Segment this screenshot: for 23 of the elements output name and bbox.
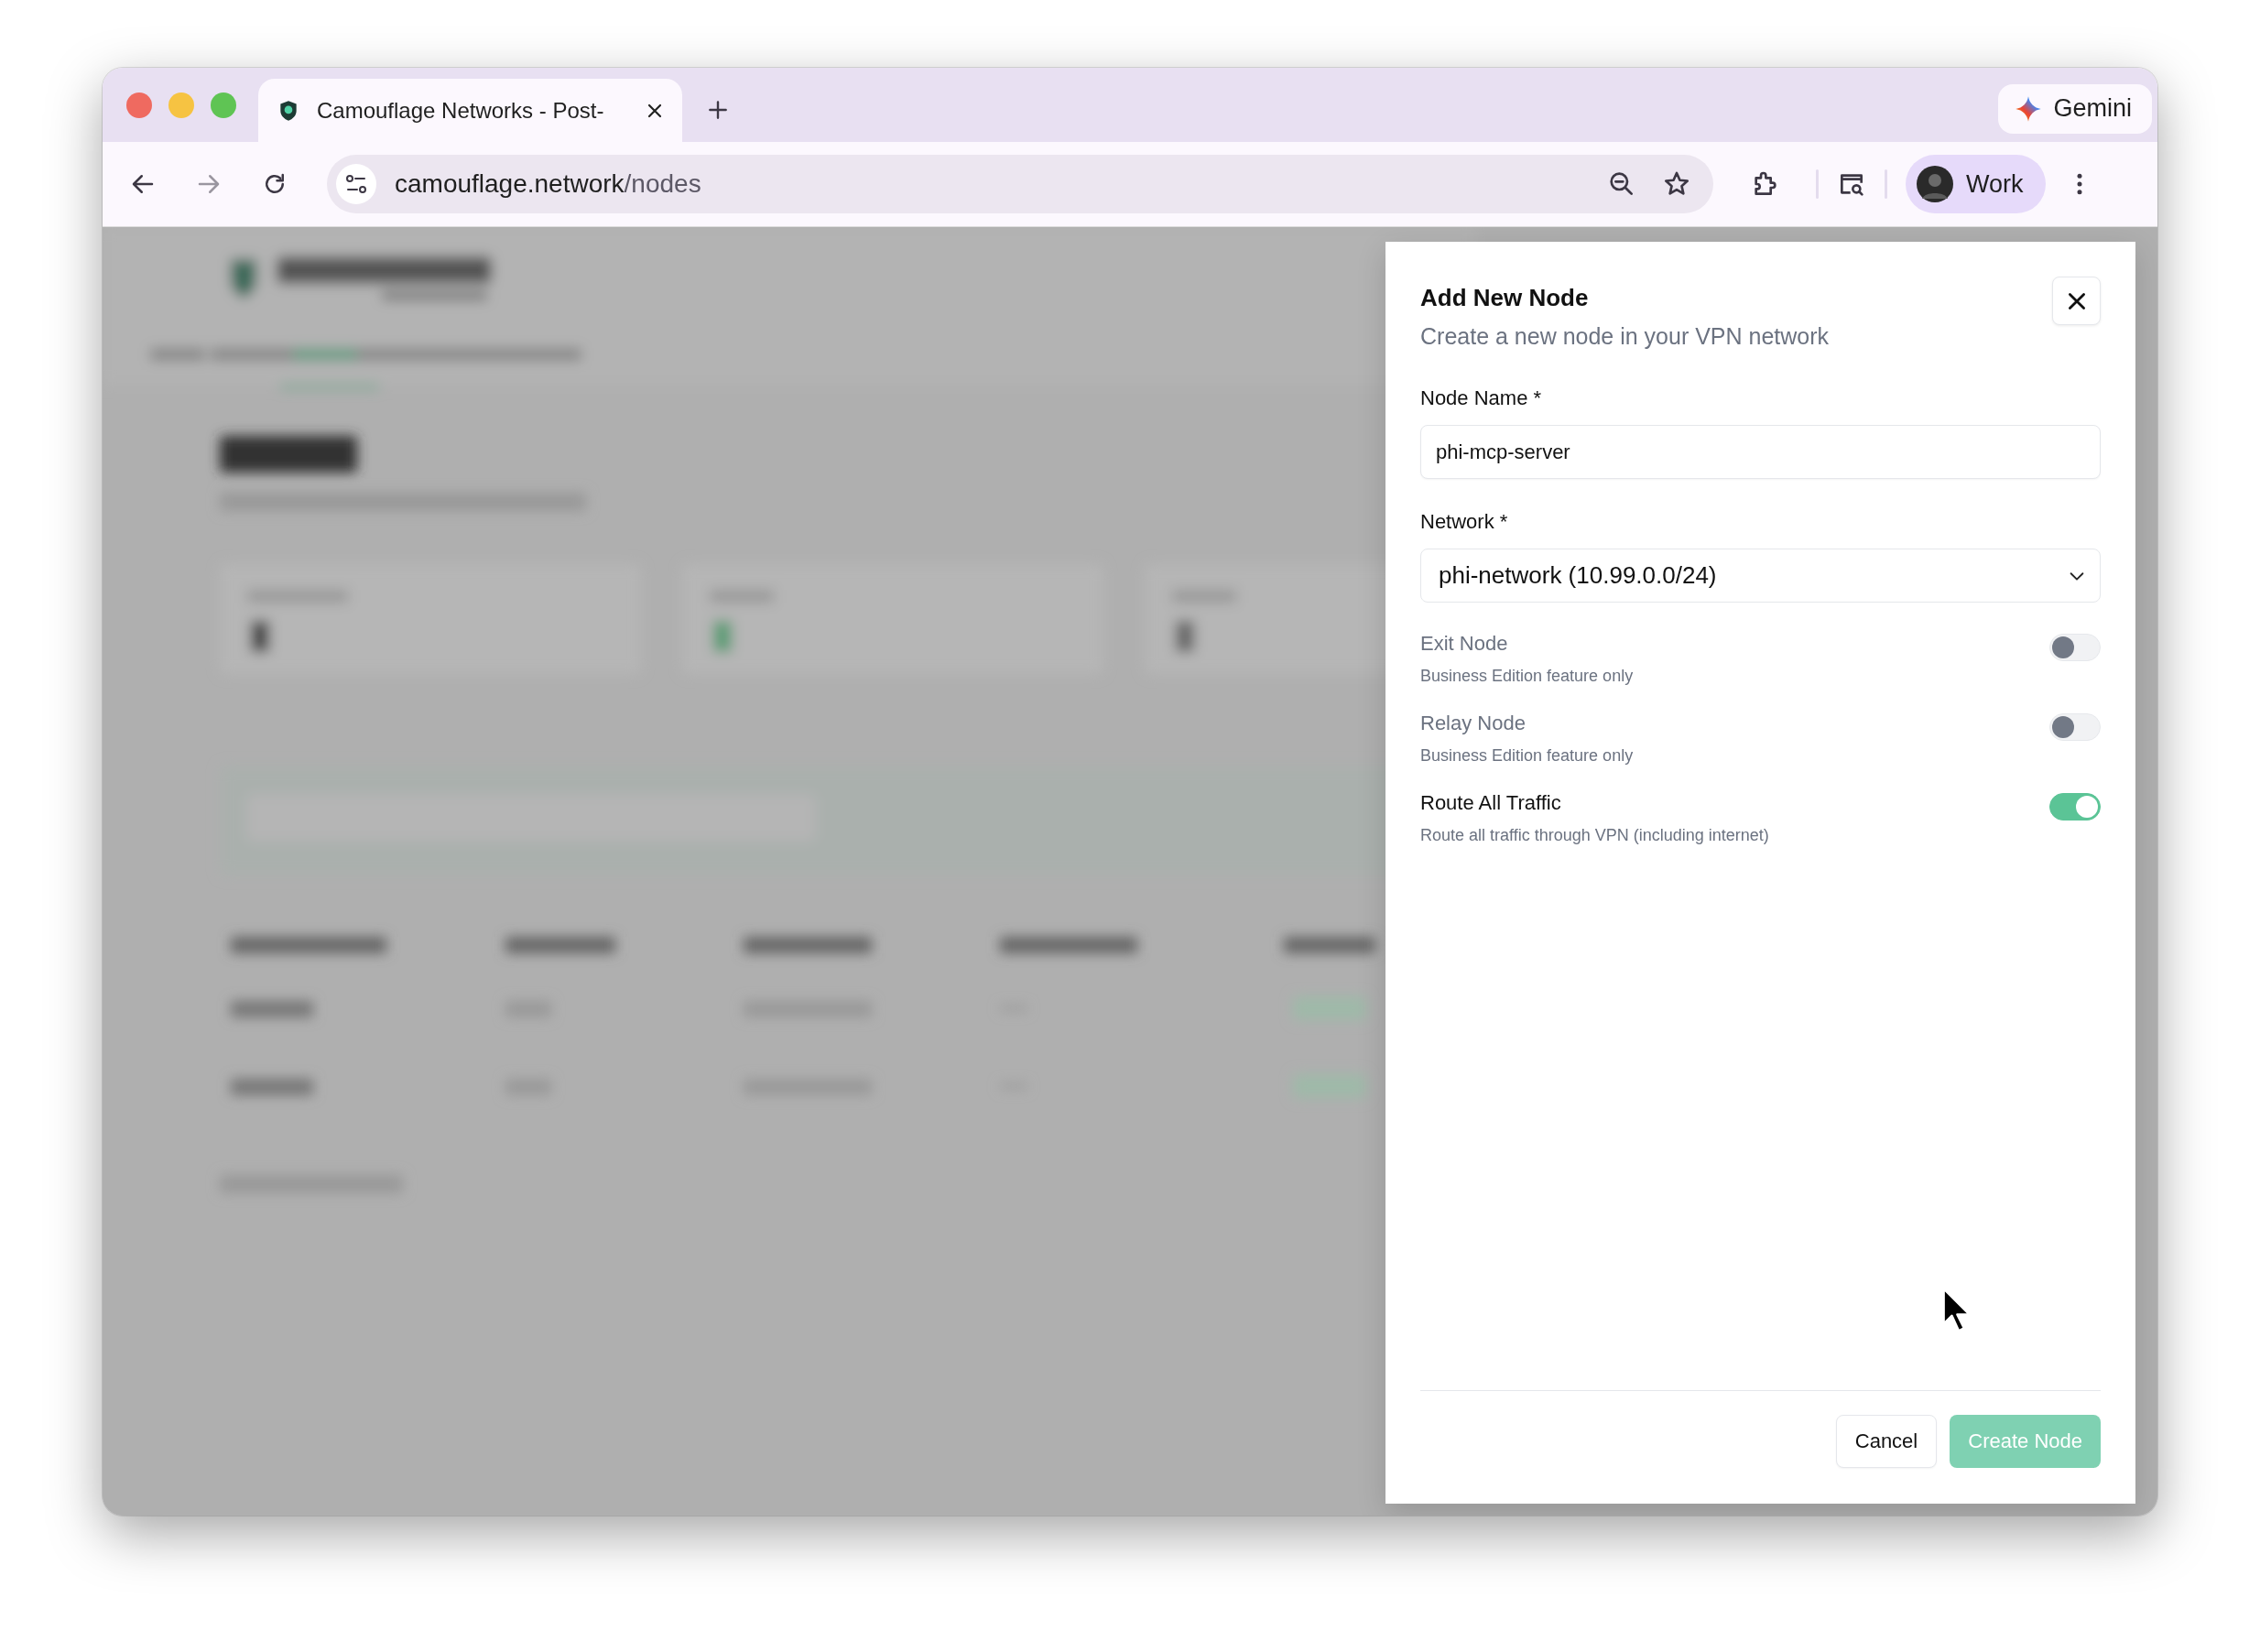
toggle-switch[interactable] — [2049, 793, 2101, 821]
new-tab-icon[interactable] — [706, 98, 730, 122]
cancel-button[interactable]: Cancel — [1835, 1415, 1938, 1468]
avatar-icon — [1917, 166, 1953, 202]
toggle-label: Exit Node — [1420, 632, 1509, 656]
toggle-label: Route All Traffic — [1420, 791, 1562, 815]
toggle-description: Business Edition feature only — [1420, 746, 1634, 766]
text-field[interactable]: phi-mcp-server — [1420, 425, 2101, 479]
dialog-title: Add New Node — [1420, 284, 1590, 312]
close-button[interactable] — [2052, 277, 2101, 325]
url-text[interactable]: camouflage.network/nodes — [395, 169, 701, 199]
site-settings-icon[interactable] — [336, 164, 376, 204]
toggle-label: Relay Node — [1420, 712, 1527, 735]
address-bar[interactable]: camouflage.network/nodes — [327, 155, 1713, 213]
field-label: Node Name * — [1420, 386, 1543, 410]
dialog-subtitle: Create a new node in your VPN network — [1420, 323, 1830, 350]
browser-tab[interactable]: Camouflage Networks - Post- — [258, 79, 682, 142]
gemini-button[interactable]: Gemini — [1998, 83, 2152, 134]
toggle-description: Route all traffic through VPN (including internet) — [1420, 826, 1769, 845]
profile-button[interactable]: Work — [1906, 155, 2046, 213]
field-label: Network * — [1420, 510, 1509, 534]
toggle-description: Business Edition feature only — [1420, 667, 1634, 686]
network-dropdown[interactable]: phi-network (10.99.0.0/24) — [1420, 549, 2101, 603]
